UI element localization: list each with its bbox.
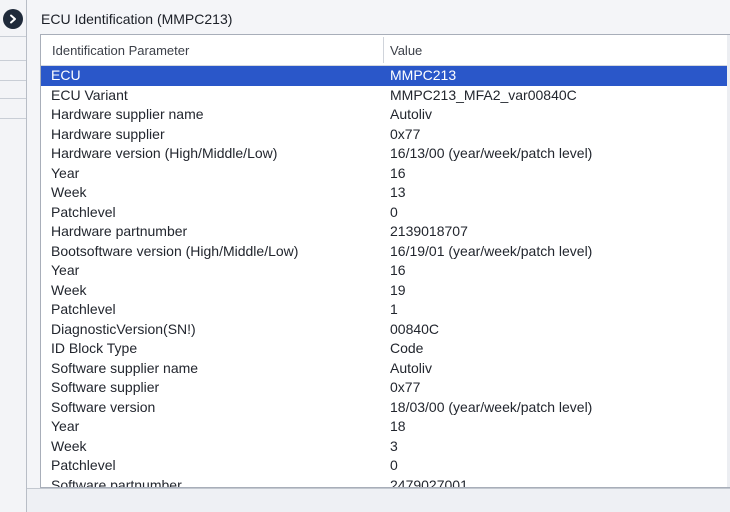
table-row[interactable]: Patchlevel 0 <box>41 203 730 223</box>
parameter-cell: ECU Variant <box>51 86 128 103</box>
nav-divider <box>0 36 26 37</box>
table-row[interactable]: Hardware supplier name Autoliv <box>41 105 730 125</box>
value-cell: MMPC213 <box>390 67 457 83</box>
value-cell: 16 <box>390 262 406 278</box>
table-row[interactable]: Week 13 <box>41 183 730 203</box>
value-cell: 1 <box>390 301 398 317</box>
table-row[interactable]: Patchlevel 1 <box>41 300 730 320</box>
parameter-cell: Software version <box>51 398 156 415</box>
parameter-cell: Week <box>51 281 87 298</box>
parameter-cell: Patchlevel <box>51 457 116 473</box>
parameter-cell: Patchlevel <box>51 301 116 317</box>
value-cell: Code <box>390 340 424 356</box>
table-row[interactable]: Software partnumber 2479027001 <box>41 476 730 488</box>
table-row[interactable]: Software supplier 0x77 <box>41 378 730 398</box>
parameter-cell: ID Block Type <box>51 340 138 356</box>
table-row[interactable]: Patchlevel 0 <box>41 456 730 476</box>
parameter-cell: Year <box>51 164 80 181</box>
nav-divider <box>0 80 26 81</box>
value-cell: 0 <box>390 203 398 220</box>
table-row[interactable]: Week 3 <box>41 437 730 457</box>
parameter-cell: DiagnosticVersion(SN!) <box>51 320 196 337</box>
table-row[interactable]: Week 19 <box>41 281 730 301</box>
value-cell: 2479027001 <box>390 476 468 488</box>
left-navigation-strip <box>0 0 27 512</box>
table-row[interactable]: Hardware supplier 0x77 <box>41 125 730 145</box>
column-separator[interactable] <box>383 37 384 63</box>
parameter-cell: Year <box>51 262 80 278</box>
panel-title: ECU Identification (MMPC213) <box>41 11 233 27</box>
status-bar <box>27 488 730 512</box>
table-row[interactable]: Software version 18/03/00 (year/week/patc… <box>41 398 730 418</box>
value-cell: 3 <box>390 437 398 454</box>
table-row[interactable]: Software supplier name Autoliv <box>41 359 730 379</box>
parameter-cell: Hardware supplier name <box>51 106 204 122</box>
value-cell: 16/13/00 (year/week/patch level) <box>390 145 593 161</box>
value-cell: 0x77 <box>390 379 421 395</box>
chevron-right-icon <box>8 14 18 24</box>
parameter-cell: Patchlevel <box>51 203 116 220</box>
parameter-cell: ECU <box>51 67 81 83</box>
value-cell: 2139018707 <box>390 223 468 239</box>
value-cell: 0 <box>390 457 398 473</box>
parameter-cell: Hardware version (High/Middle/Low) <box>51 145 278 161</box>
table-row[interactable]: ID Block Type Code <box>41 339 730 359</box>
table-body: ECU MMPC213 ECU Variant MMPC213_MFA2_var008… <box>41 66 730 488</box>
parameter-cell: Week <box>51 437 87 454</box>
parameter-cell: Software partnumber <box>51 476 182 488</box>
screen: ECU Identification (MMPC213) Identificat… <box>0 0 730 512</box>
value-cell: 18/03/00 (year/week/patch level) <box>390 398 593 415</box>
value-cell: MMPC213_MFA2_var00840C <box>390 86 577 103</box>
value-cell: 16 <box>390 164 406 181</box>
parameter-cell: Software supplier <box>51 379 160 395</box>
value-cell: 0x77 <box>390 125 421 142</box>
expand-nav-button[interactable] <box>3 9 23 29</box>
table-row[interactable]: Bootsoftware version (High/Middle/Low) 16… <box>41 242 730 262</box>
parameter-cell: Hardware supplier <box>51 125 165 142</box>
table-row[interactable]: ECU MMPC213 <box>41 66 730 86</box>
value-cell: 19 <box>390 281 406 298</box>
value-cell: 16/19/01 (year/week/patch level) <box>390 242 593 259</box>
table-row[interactable]: Year 18 <box>41 417 730 437</box>
table-row[interactable]: Year 16 <box>41 261 730 281</box>
value-cell: Autoliv <box>390 359 433 376</box>
table-row[interactable]: Hardware partnumber 2139018707 <box>41 222 730 242</box>
table-header: Identification Parameter Value <box>41 35 730 66</box>
table-row[interactable]: ECU Variant MMPC213_MFA2_var00840C <box>41 86 730 106</box>
nav-divider <box>0 60 26 61</box>
table-row[interactable]: DiagnosticVersion(SN!) 00840C <box>41 320 730 340</box>
value-cell: 13 <box>390 184 406 200</box>
parameter-cell: Year <box>51 418 80 434</box>
parameter-cell: Week <box>51 184 87 200</box>
nav-divider <box>0 98 26 99</box>
value-cell: 18 <box>390 418 406 434</box>
parameter-cell: Bootsoftware version (High/Middle/Low) <box>51 242 299 259</box>
ecu-identification-panel: ECU Identification (MMPC213) Identificat… <box>27 0 730 512</box>
value-cell: Autoliv <box>390 106 433 122</box>
identification-table[interactable]: Identification Parameter Value ECU MMPC21… <box>40 34 730 488</box>
column-header-parameter[interactable]: Identification Parameter <box>52 43 189 58</box>
parameter-cell: Hardware partnumber <box>51 223 188 239</box>
value-cell: 00840C <box>390 320 440 337</box>
parameter-cell: Software supplier name <box>51 359 199 376</box>
table-row[interactable]: Year 16 <box>41 164 730 184</box>
table-row[interactable]: Hardware version (High/Middle/Low) 16/13/… <box>41 144 730 164</box>
nav-divider <box>0 118 26 119</box>
column-header-value[interactable]: Value <box>390 43 422 58</box>
